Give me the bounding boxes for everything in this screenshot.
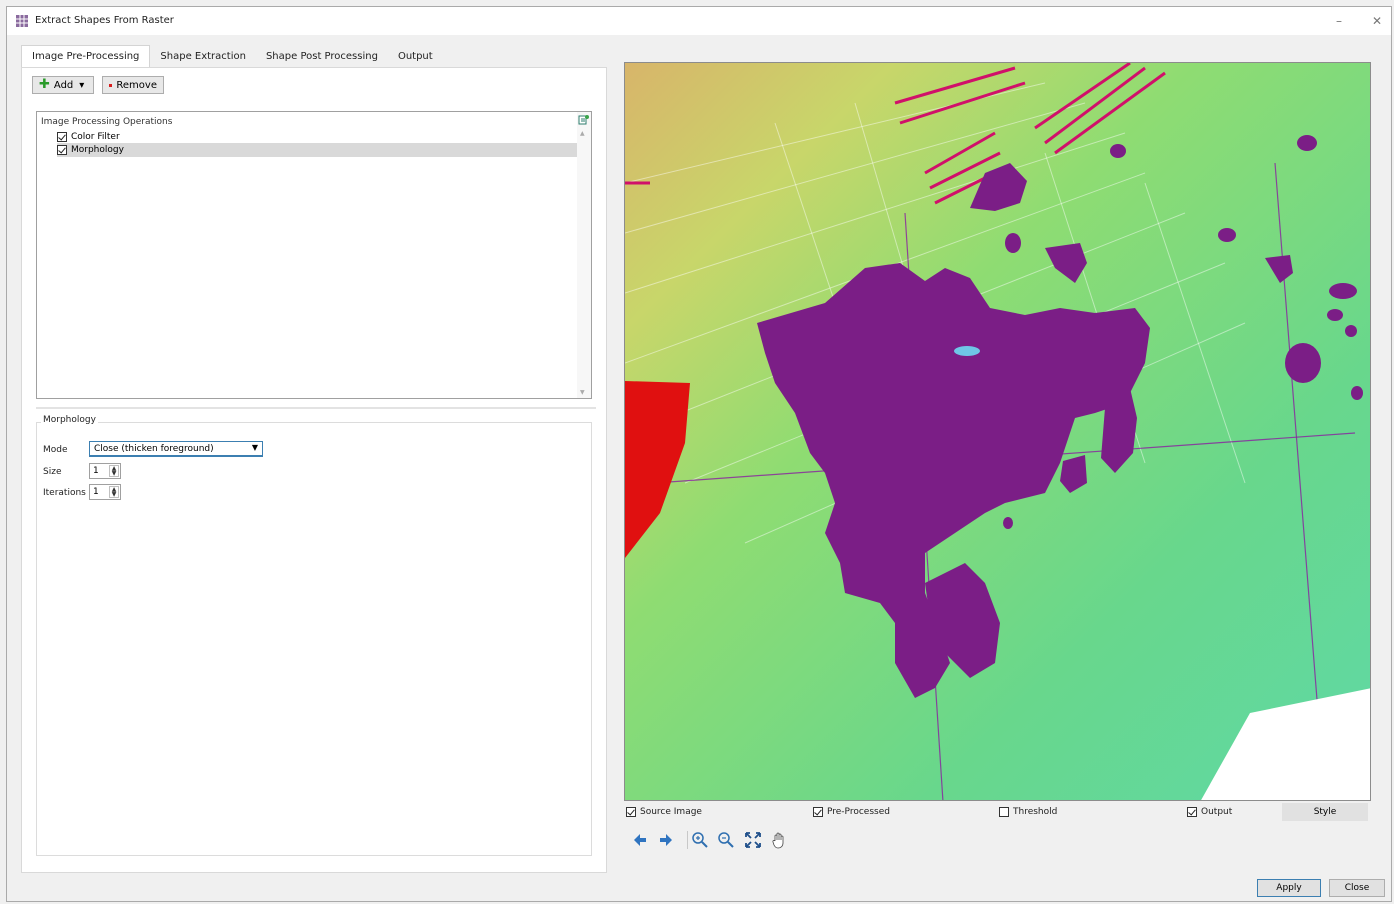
operation-label: Morphology [71, 145, 124, 155]
threshold-toggle[interactable]: Threshold [999, 807, 1057, 817]
pre-processed-toggle[interactable]: Pre-Processed [813, 807, 890, 817]
zoom-extent-icon[interactable] [744, 831, 762, 849]
forward-icon[interactable] [657, 831, 675, 849]
scroll-up-icon[interactable]: ▲ [580, 130, 585, 137]
mode-value: Close (thicken foreground) [94, 444, 214, 454]
cyan-hole [954, 346, 980, 356]
add-button[interactable]: ✚ Add ▾ [32, 76, 94, 94]
style-button[interactable]: Style [1282, 803, 1368, 821]
operation-item-morphology[interactable]: Morphology [57, 143, 577, 157]
close-window-button[interactable]: ✕ [1363, 11, 1391, 31]
pan-hand-icon[interactable] [770, 831, 788, 849]
window-title: Extract Shapes From Raster [35, 15, 174, 26]
size-spinner[interactable]: 1 ▲ ▼ [89, 463, 121, 479]
iterations-value: 1 [93, 487, 99, 497]
output-checkbox[interactable] [1187, 807, 1197, 817]
morphology-checkbox[interactable] [57, 145, 67, 155]
color-filter-checkbox[interactable] [57, 132, 67, 142]
morphology-group-title: Morphology [41, 415, 98, 425]
add-label: Add [53, 79, 74, 91]
operation-label: Color Filter [71, 132, 120, 142]
source-image-toggle[interactable]: Source Image [626, 807, 702, 817]
tab-output[interactable]: Output [388, 47, 443, 67]
close-button[interactable]: Close [1329, 879, 1385, 897]
raster-preview-canvas[interactable] [625, 63, 1371, 801]
zoom-in-icon[interactable] [691, 831, 709, 849]
morphology-settings-group: Morphology Mode Close (thicken foregroun… [36, 415, 592, 856]
operations-scrollbar[interactable]: ▲ ▼ [577, 112, 591, 398]
pre-processed-checkbox[interactable] [813, 807, 823, 817]
remove-label: Remove [116, 79, 157, 91]
list-settings-icon[interactable] [578, 114, 590, 126]
source-image-label: Source Image [640, 807, 702, 817]
minimize-button[interactable]: – [1325, 11, 1353, 31]
tab-image-pre-processing[interactable]: Image Pre-Processing [21, 45, 151, 67]
plus-icon: ✚ [39, 77, 50, 92]
threshold-checkbox[interactable] [999, 807, 1009, 817]
iterations-label: Iterations [43, 488, 86, 498]
iterations-spinner[interactable]: 1 ▲ ▼ [89, 484, 121, 500]
source-image-checkbox[interactable] [626, 807, 636, 817]
raster-preview[interactable] [624, 62, 1371, 801]
size-label: Size [43, 467, 62, 477]
tab-shape-extraction[interactable]: Shape Extraction [150, 47, 256, 67]
back-icon[interactable] [631, 831, 649, 849]
extract-shapes-dialog: Extract Shapes From Raster – ✕ Image Pre… [6, 6, 1392, 902]
remove-button[interactable]: Remove [102, 76, 164, 94]
spin-arrows-icon[interactable]: ▲ ▼ [109, 465, 119, 477]
operations-header: Image Processing Operations [41, 117, 173, 127]
minus-icon [109, 83, 113, 87]
chevron-down-icon: ▼ [251, 443, 258, 452]
spin-arrows-icon[interactable]: ▲ ▼ [109, 486, 119, 498]
threshold-label: Threshold [1013, 807, 1058, 817]
title-bar: Extract Shapes From Raster – ✕ [7, 7, 1391, 35]
dropdown-caret-icon: ▾ [79, 79, 85, 91]
mode-select[interactable]: Close (thicken foreground) ▼ [89, 441, 263, 457]
raster-tool-icon [16, 15, 28, 27]
toolbar-separator [687, 831, 688, 849]
apply-button[interactable]: Apply [1257, 879, 1321, 897]
tab-shape-post-processing[interactable]: Shape Post Processing [256, 47, 388, 67]
operations-list: Image Processing Operations Color Filter… [36, 111, 592, 399]
pre-processed-label: Pre-Processed [827, 807, 890, 817]
pre-processing-panel: ✚ Add ▾ Remove Image Processing Operatio… [21, 67, 607, 873]
output-toggle[interactable]: Output [1187, 807, 1232, 817]
tab-strip: Image Pre-Processing Shape Extraction Sh… [21, 45, 443, 67]
scroll-down-icon[interactable]: ▼ [580, 389, 585, 396]
panel-splitter[interactable] [36, 407, 596, 409]
output-label: Output [1201, 807, 1233, 817]
zoom-out-icon[interactable] [717, 831, 735, 849]
size-value: 1 [93, 466, 99, 476]
mode-label: Mode [43, 445, 68, 455]
operation-item-color-filter[interactable]: Color Filter [57, 130, 257, 144]
